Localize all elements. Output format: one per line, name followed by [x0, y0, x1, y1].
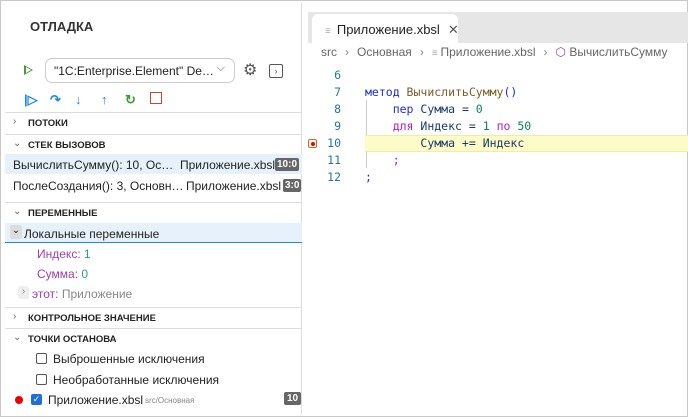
line-number: 7 — [334, 85, 341, 99]
section-label: КОНТРОЛЬНОЕ ЗНАЧЕНИЕ — [28, 313, 156, 324]
frame-function: ПослеСоздания(): 3, Основн… — [13, 179, 184, 193]
breakpoint-row[interactable]: ✓ Приложение.xbsl src/Основная 10 — [5, 389, 302, 409]
code-line: ; — [392, 153, 400, 167]
code-line: пер Сумма = 0 — [392, 102, 483, 116]
restart-icon[interactable]: ↻ — [125, 92, 136, 108]
variable-row[interactable]: › этот: Приложение — [5, 283, 302, 303]
breadcrumb-item[interactable]: Основная — [357, 45, 412, 59]
breakpoint-label: Выброшенные исключения — [53, 352, 205, 366]
step-over-icon[interactable]: ↷ — [50, 92, 61, 108]
breakpoint-row[interactable]: Выброшенные исключения — [5, 348, 302, 368]
frame-file: Приложение.xbsl — [186, 179, 282, 193]
callstack-row[interactable]: ВычислитьСумму(): 10, Ос… Приложение.xbsl… — [5, 154, 302, 174]
breadcrumb: src › Основная › ≡ Приложение.xbsl › ⬡ Вычисли… — [321, 45, 668, 59]
debug-panel: ОТЛАДКА "1C:Enterprise.Element" De… ⌵ ⚙ ›… — [5, 3, 302, 414]
breadcrumb-item[interactable]: src — [321, 45, 337, 59]
line-number: 6 — [334, 68, 341, 82]
step-out-icon[interactable]: ↑ — [101, 92, 108, 107]
section-label: ПОТОКИ — [28, 118, 68, 129]
variable-value: 0 — [81, 267, 89, 281]
breadcrumb-item[interactable]: ВычислитьСумму — [569, 45, 667, 59]
line-number: 10 — [327, 136, 341, 150]
tab-label: Приложение.xbsl — [336, 22, 440, 37]
variable-value: Приложение — [61, 287, 133, 301]
line-number: 12 — [327, 170, 341, 184]
launch-config-select[interactable]: "1C:Enterprise.Element" De… ⌵ — [45, 58, 235, 83]
close-icon[interactable]: ✕ — [448, 22, 459, 37]
chevron-down-icon: ⌄ — [13, 332, 22, 343]
stop-icon[interactable] — [150, 92, 162, 104]
method-cube-icon: ⬡ — [555, 45, 570, 59]
breakpoint-checkbox[interactable]: ✓ — [31, 394, 42, 405]
variable-row[interactable]: Сумма: 0 — [5, 263, 302, 283]
section-variables[interactable]: ⌄ ПЕРЕМЕННЫЕ — [5, 202, 302, 222]
variable-name: Индекс — [37, 247, 78, 261]
breakpoint-line-badge: 10 — [284, 392, 302, 405]
section-label: ПЕРЕМЕННЫЕ — [28, 208, 98, 219]
gear-icon[interactable]: ⚙ — [243, 60, 257, 80]
chevron-right-icon[interactable]: › — [18, 286, 29, 299]
code-line-current: Сумма += Индекс — [365, 135, 688, 152]
file-icon: ≡ — [325, 26, 331, 37]
chevron-down-icon: ⌄ — [13, 206, 22, 217]
line-number: 9 — [334, 119, 341, 133]
frame-file: Приложение.xbsl — [180, 158, 276, 172]
continue-icon[interactable]: |▷ — [24, 92, 38, 108]
frame-position-badge: 3:0 — [283, 179, 302, 192]
start-debug-icon[interactable] — [24, 65, 33, 75]
variable-name: этот — [32, 287, 56, 301]
section-breakpoints[interactable]: ⌄ ТОЧКИ ОСТАНОВА — [5, 328, 302, 348]
breakpoint-checkbox[interactable] — [36, 374, 47, 385]
breadcrumb-item[interactable]: Приложение.xbsl — [440, 45, 535, 59]
code-line: ; — [365, 170, 372, 184]
chevron-down-icon: ⌄ — [13, 138, 22, 149]
open-console-icon[interactable]: › — [269, 64, 283, 78]
chevron-down-icon: ⌄ — [10, 225, 22, 239]
code-line: метод ВычислитьСумму() — [365, 85, 518, 99]
breakpoint-label: Необработанные исключения — [53, 373, 220, 387]
variable-value: 1 — [83, 247, 91, 261]
group-label: Локальные переменные — [24, 227, 160, 241]
section-watch[interactable]: › КОНТРОЛЬНОЕ ЗНАЧЕНИЕ — [5, 307, 302, 327]
launch-config-value: "1C:Enterprise.Element" De… — [54, 64, 214, 78]
section-label: СТЕК ВЫЗОВОВ — [28, 140, 106, 151]
tab-file[interactable]: ≡ Приложение.xbsl ✕ — [312, 14, 459, 45]
line-number: 8 — [334, 102, 341, 116]
breakpoint-path: src/Основная — [145, 396, 195, 405]
chevron-right-icon: › — [13, 116, 17, 127]
chevron-down-icon: ⌵ — [216, 62, 225, 74]
step-into-icon[interactable]: ↓ — [75, 92, 82, 107]
breakpoint-dot-icon — [15, 396, 23, 404]
section-label: ТОЧКИ ОСТАНОВА — [28, 334, 117, 345]
chevron-right-icon: › — [13, 311, 17, 322]
section-threads[interactable]: › ПОТОКИ — [5, 112, 302, 132]
variable-name: Сумма — [37, 267, 75, 281]
callstack-row[interactable]: ПослеСоздания(): 3, Основн… Приложение.xb… — [5, 175, 302, 195]
breakpoint-checkbox[interactable] — [36, 353, 47, 364]
frame-position-badge: 10:0 — [275, 158, 300, 171]
code-line: для Индекс = 1 по 50 — [392, 119, 532, 133]
panel-title: ОТЛАДКА — [30, 19, 94, 34]
code-editor[interactable]: 6 7 метод ВычислитьСумму() 8 пер Сумма = … — [303, 67, 688, 186]
line-number: 11 — [327, 153, 341, 167]
variable-row[interactable]: Индекс: 1 — [5, 243, 302, 263]
frame-function: ВычислитьСумму(): 10, Ос… — [13, 158, 174, 172]
local-variables-group[interactable]: ⌄ Локальные переменные — [5, 223, 302, 243]
section-callstack[interactable]: ⌄ СТЕК ВЫЗОВОВ — [5, 134, 302, 154]
breakpoint-row[interactable]: Необработанные исключения — [5, 369, 302, 389]
breakpoint-label: Приложение.xbsl — [48, 393, 144, 407]
